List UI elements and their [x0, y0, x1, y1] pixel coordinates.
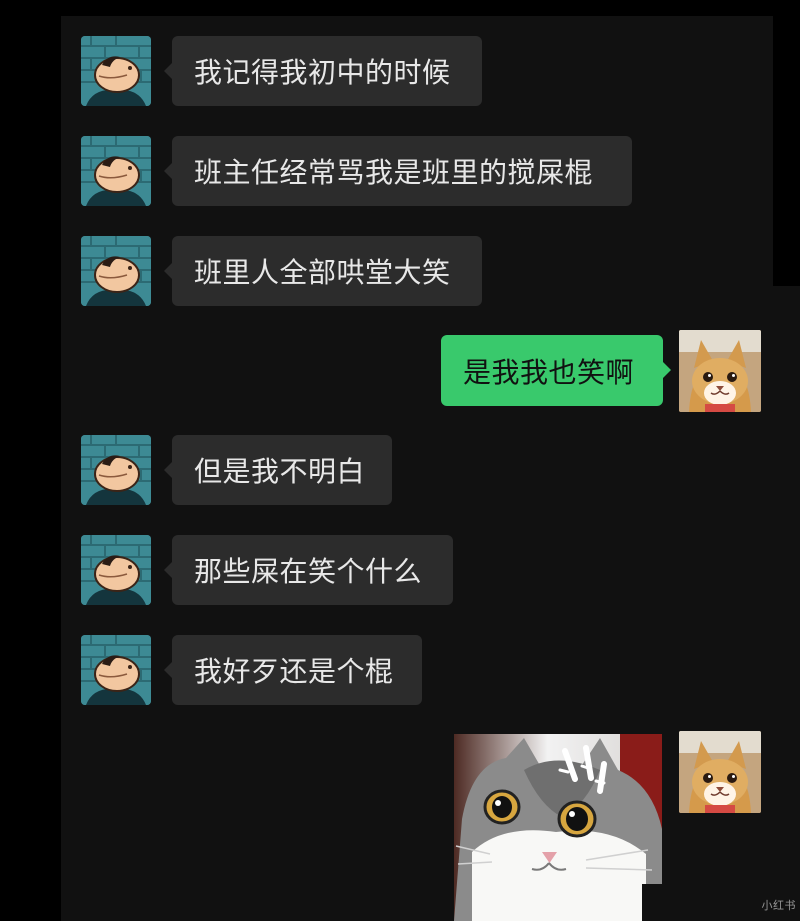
message-text: 我好歹还是个棍: [194, 655, 394, 688]
cartoon-character-avatar-icon[interactable]: [81, 136, 151, 206]
message-bubble-incoming[interactable]: 班主任经常骂我是班里的搅屎棍: [164, 136, 632, 206]
cartoon-character-avatar-icon[interactable]: [81, 435, 151, 505]
message-text: 是我我也笑啊: [463, 355, 635, 389]
message-bubble-incoming[interactable]: 班里人全部哄堂大笑: [164, 236, 482, 306]
message-bubble-outgoing[interactable]: 是我我也笑啊: [441, 335, 671, 406]
cartoon-character-avatar-icon[interactable]: [81, 236, 151, 306]
message-bubble-incoming[interactable]: 我记得我初中的时候: [164, 36, 482, 106]
message-text: 那些屎在笑个什么: [194, 555, 423, 588]
chat-panel-edge: [773, 286, 800, 921]
message-bubble-incoming[interactable]: 那些屎在笑个什么: [164, 535, 453, 605]
message-text: 班主任经常骂我是班里的搅屎棍: [194, 156, 594, 189]
cat-avatar-icon[interactable]: [679, 731, 761, 813]
cartoon-character-avatar-icon[interactable]: [81, 635, 151, 705]
cat-avatar-icon[interactable]: [679, 330, 761, 412]
cartoon-character-avatar-icon[interactable]: [81, 535, 151, 605]
surprised-cat-sticker[interactable]: [454, 734, 662, 921]
message-bubble-incoming[interactable]: 但是我不明白: [164, 435, 392, 505]
message-text: 我记得我初中的时候: [194, 56, 451, 89]
cartoon-character-avatar-icon[interactable]: [81, 36, 151, 106]
watermark: 小红书: [761, 899, 796, 912]
message-bubble-incoming[interactable]: 我好歹还是个棍: [164, 635, 422, 705]
chat-screen: 我记得我初中的时候 班主任经常骂我是班里的搅屎棍 班里人全部哄堂大笑 是我我也笑…: [0, 0, 800, 921]
message-text: 班里人全部哄堂大笑: [194, 256, 451, 289]
message-text: 但是我不明白: [194, 455, 366, 488]
